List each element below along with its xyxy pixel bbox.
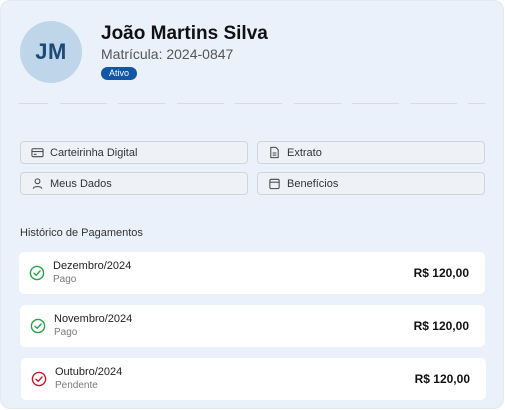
payment-amount: R$ 120,00 <box>414 372 470 386</box>
digital-card-label: Carteirinha Digital <box>50 146 138 159</box>
payment-amount: R$ 120,00 <box>413 266 469 280</box>
benefits-button[interactable]: Benefícios <box>257 172 485 195</box>
payment-month: Dezembro/2024 <box>53 260 132 272</box>
my-data-label: Meus Dados <box>50 177 112 190</box>
payment-row[interactable]: Dezembro/2024 Pago R$ 120,00 <box>19 252 485 294</box>
payment-row[interactable]: Outubro/2024 Pendente R$ 120,00 <box>21 358 486 400</box>
registration-number: Matrícula: 2024-0847 <box>101 46 234 62</box>
card-icon <box>31 148 44 158</box>
check-circle-icon <box>29 265 45 281</box>
payment-status: Pago <box>53 274 77 285</box>
payment-history-title: Histórico de Pagamentos <box>20 227 143 239</box>
payment-status: Pago <box>54 327 78 338</box>
status-badge: Ativo <box>101 67 138 80</box>
payment-amount: R$ 120,00 <box>413 319 469 333</box>
user-icon <box>32 178 43 189</box>
statement-button[interactable]: Extrato <box>257 141 485 164</box>
check-circle-icon <box>30 318 46 334</box>
digital-card-button[interactable]: Carteirinha Digital <box>20 141 248 164</box>
payment-month: Novembro/2024 <box>54 313 133 325</box>
pending-circle-icon <box>31 371 47 387</box>
payment-month: Outubro/2024 <box>55 366 123 378</box>
payment-row[interactable]: Novembro/2024 Pago R$ 120,00 <box>20 305 485 347</box>
member-name: João Martins Silva <box>101 23 268 44</box>
calendar-icon <box>269 178 280 190</box>
avatar: JM <box>20 21 82 83</box>
profile-card: JM João Martins Silva Matrícula: 2024-08… <box>0 0 504 409</box>
divider <box>19 103 485 104</box>
document-icon <box>270 146 279 159</box>
statement-label: Extrato <box>287 146 322 159</box>
benefits-label: Benefícios <box>287 177 339 190</box>
my-data-button[interactable]: Meus Dados <box>20 172 248 195</box>
payment-status: Pendente <box>55 380 98 391</box>
